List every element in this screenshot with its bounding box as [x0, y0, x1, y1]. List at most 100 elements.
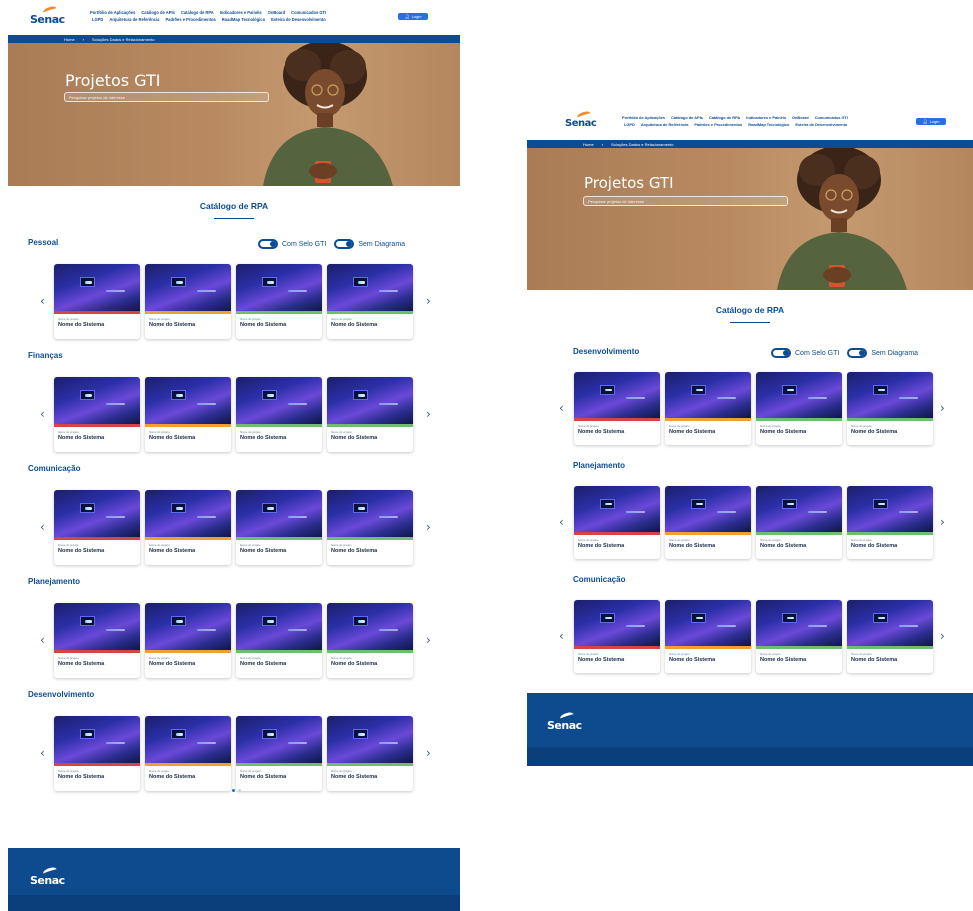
senac-logo[interactable]: Senac	[30, 5, 65, 26]
system-card[interactable]: Nome do projeto Nome do Sistema	[574, 600, 660, 673]
system-card[interactable]: Nome do projeto Nome do Sistema	[145, 264, 231, 339]
system-card[interactable]: Nome do projeto Nome do Sistema	[756, 486, 842, 559]
system-card[interactable]: Nome do projeto Nome do Sistema	[145, 603, 231, 678]
carousel-prev-arrow-icon[interactable]: ‹	[40, 294, 45, 308]
breadcrumb-home[interactable]: Home	[64, 37, 75, 42]
carousel-prev-arrow-icon[interactable]: ‹	[559, 629, 564, 643]
carousel-next-arrow-icon[interactable]: ›	[426, 407, 431, 421]
system-card[interactable]: Nome do projeto Nome do Sistema	[236, 264, 322, 339]
breadcrumb-home-alt[interactable]: Home	[583, 142, 594, 147]
system-card[interactable]: Nome do projeto Nome do Sistema	[327, 603, 413, 678]
catalog-title: Catálogo de RPA	[199, 201, 269, 211]
footer-senac-logo[interactable]: Senac	[30, 866, 65, 887]
nav-link-3[interactable]: Indicadores e Painéis	[220, 10, 262, 15]
nav-alt-link-2[interactable]: Padrões e Procedimentos	[694, 122, 742, 127]
system-card[interactable]: Nome do projeto Nome do Sistema	[327, 490, 413, 565]
carousel-prev-arrow-icon[interactable]: ‹	[40, 746, 45, 760]
nav-link-4[interactable]: Esteira de Desenvolvimento	[271, 17, 326, 22]
nav-link-1[interactable]: Arquitetura de Referência	[109, 17, 159, 22]
system-card[interactable]: Nome do projeto Nome do Sistema	[847, 372, 933, 445]
nav-link-5[interactable]: Comunicados GTI	[291, 10, 326, 15]
nav-link-1[interactable]: Catálogo de APIs	[141, 10, 175, 15]
carousel-prev-arrow-icon[interactable]: ‹	[559, 515, 564, 529]
carousel-next-arrow-icon[interactable]: ›	[940, 401, 945, 415]
system-card[interactable]: Nome do projeto Nome do Sistema	[54, 716, 140, 791]
card-project-label: Nome do projeto	[331, 769, 352, 773]
system-card[interactable]: Nome do projeto Nome do Sistema	[574, 372, 660, 445]
system-card[interactable]: Nome do projeto Nome do Sistema	[236, 603, 322, 678]
nav-alt-link-4[interactable]: OnBoard	[792, 115, 809, 120]
carousel-prev-arrow-icon[interactable]: ‹	[40, 633, 45, 647]
nav-alt-link-2[interactable]: Catálogo de RPA	[709, 115, 740, 120]
nav-link-3[interactable]: RoadMap Tecnológico	[222, 17, 265, 22]
card-body: Nome do projeto Nome do Sistema	[327, 540, 413, 554]
pagination-dot[interactable]	[232, 789, 235, 792]
system-card[interactable]: Nome do projeto Nome do Sistema	[54, 490, 140, 565]
nav-alt-link-1[interactable]: Arquitetura de Referência	[641, 122, 689, 127]
card-project-label: Nome do projeto	[149, 317, 170, 321]
system-card[interactable]: Nome do projeto Nome do Sistema	[327, 264, 413, 339]
card-body: Nome do projeto Nome do Sistema	[145, 540, 231, 554]
carousel-next-arrow-icon[interactable]: ›	[940, 515, 945, 529]
section-title: Desenvolvimento	[28, 690, 95, 699]
card-system-name: Nome do Sistema	[58, 661, 105, 667]
card-body: Nome do projeto Nome do Sistema	[54, 766, 140, 780]
hero-woman-illustration-alt	[777, 148, 907, 290]
carousel-next-arrow-icon[interactable]: ›	[426, 520, 431, 534]
system-card[interactable]: Nome do projeto Nome do Sistema	[236, 716, 322, 791]
breadcrumb-current: Soluções Dados e Relacionamento	[92, 36, 155, 42]
carousel-prev-arrow-icon[interactable]: ‹	[40, 520, 45, 534]
system-card[interactable]: Nome do projeto Nome do Sistema	[756, 600, 842, 673]
system-card[interactable]: Nome do projeto Nome do Sistema	[327, 377, 413, 452]
nav-alt-link-4[interactable]: Esteira de Desenvolvimento	[795, 122, 847, 127]
nav-alt-link-3[interactable]: RoadMap Tecnológico	[748, 122, 789, 127]
system-card[interactable]: Nome do projeto Nome do Sistema	[847, 600, 933, 673]
card-body: Nome do projeto Nome do Sistema	[54, 540, 140, 554]
system-card[interactable]: Nome do projeto Nome do Sistema	[54, 264, 140, 339]
system-card[interactable]: Nome do projeto Nome do Sistema	[665, 372, 751, 445]
login-button-alt[interactable]: 👤︎ Login	[916, 118, 946, 125]
system-card[interactable]: Nome do projeto Nome do Sistema	[54, 603, 140, 678]
system-card[interactable]: Nome do projeto Nome do Sistema	[665, 600, 751, 673]
carousel-next-arrow-icon[interactable]: ›	[940, 629, 945, 643]
system-card[interactable]: Nome do projeto Nome do Sistema	[145, 716, 231, 791]
system-card[interactable]: Nome do projeto Nome do Sistema	[236, 490, 322, 565]
hero-woman-illustration	[263, 43, 393, 186]
nav-link-0[interactable]: Portfólio de Aplicações	[90, 10, 135, 15]
nav-alt-link-5[interactable]: Comunicados GTI	[815, 115, 848, 120]
nav-alt-link-0[interactable]: LGPD	[624, 122, 635, 127]
nav-link-0[interactable]: LGPD	[92, 17, 103, 22]
login-button[interactable]: 👤︎ Login	[398, 13, 428, 20]
carousel-next-arrow-icon[interactable]: ›	[426, 746, 431, 760]
nav-alt-link-0[interactable]: Portfólio de Aplicações	[622, 115, 665, 120]
nav-link-2[interactable]: Catálogo de RPA	[181, 10, 214, 15]
breadcrumb-alt: Home › Soluções Dados e Relacionamento	[527, 140, 973, 148]
carousel-prev-arrow-icon[interactable]: ‹	[559, 401, 564, 415]
card-system-name: Nome do Sistema	[578, 657, 625, 663]
carousel-next-arrow-icon[interactable]: ›	[426, 294, 431, 308]
nav-link-2[interactable]: Padrões e Procedimentos	[165, 17, 215, 22]
system-card[interactable]: Nome do projeto Nome do Sistema	[54, 377, 140, 452]
card-project-label: Nome do projeto	[578, 652, 599, 656]
nav-alt-link-3[interactable]: Indicadores e Painéis	[746, 115, 786, 120]
system-card[interactable]: Nome do projeto Nome do Sistema	[327, 716, 413, 791]
card-system-name: Nome do Sistema	[578, 543, 625, 549]
system-card[interactable]: Nome do projeto Nome do Sistema	[665, 486, 751, 559]
system-card[interactable]: Nome do projeto Nome do Sistema	[756, 372, 842, 445]
page-title-alt: Projetos GTI	[584, 174, 674, 192]
system-card[interactable]: Nome do projeto Nome do Sistema	[574, 486, 660, 559]
page-panel-desktop: Senac Portfólio de Aplicações Catálogo de…	[8, 0, 460, 911]
system-card[interactable]: Nome do projeto Nome do Sistema	[145, 377, 231, 452]
system-card[interactable]: Nome do projeto Nome do Sistema	[847, 486, 933, 559]
pagination-dot[interactable]	[238, 789, 241, 792]
nav-link-4[interactable]: OnBoard	[268, 10, 286, 15]
card-system-name: Nome do Sistema	[331, 774, 378, 780]
system-card[interactable]: Nome do projeto Nome do Sistema	[236, 377, 322, 452]
nav-alt-link-1[interactable]: Catálogo de APIs	[671, 115, 703, 120]
footer-senac-logo-alt[interactable]: Senac	[547, 711, 582, 732]
card-thumbnail	[236, 490, 322, 537]
carousel-prev-arrow-icon[interactable]: ‹	[40, 407, 45, 421]
carousel-next-arrow-icon[interactable]: ›	[426, 633, 431, 647]
system-card[interactable]: Nome do projeto Nome do Sistema	[145, 490, 231, 565]
senac-logo-alt[interactable]: Senac	[565, 110, 597, 129]
